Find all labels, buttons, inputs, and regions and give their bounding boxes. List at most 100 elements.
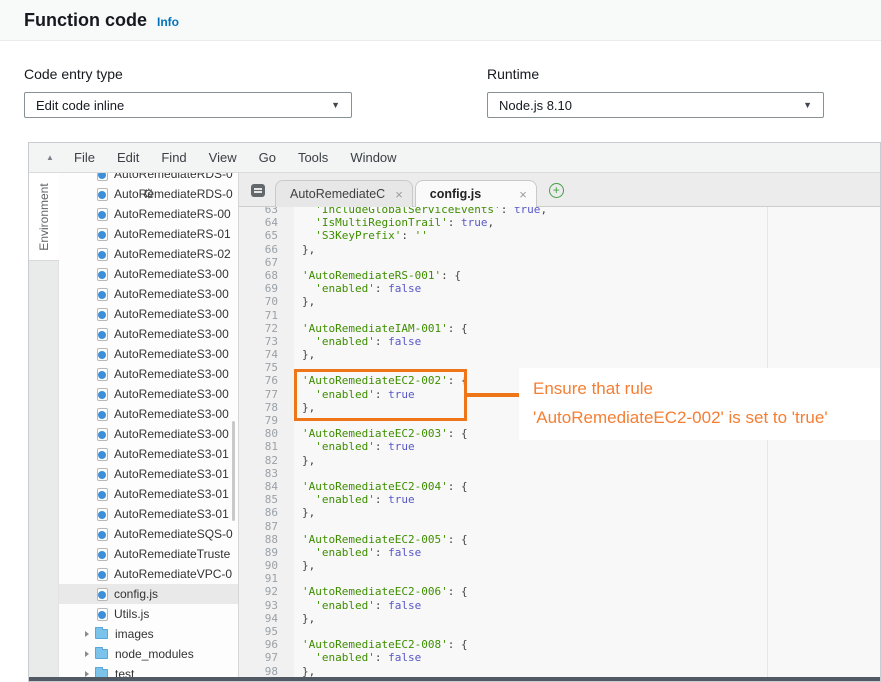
- status-bar-edge: [29, 677, 880, 681]
- tree-item-node_modules[interactable]: node_modules: [59, 644, 238, 664]
- menu-edit[interactable]: Edit: [106, 150, 150, 165]
- tab-AutoRemediateC[interactable]: AutoRemediateC×: [275, 180, 413, 207]
- expand-caret-icon[interactable]: [85, 651, 89, 657]
- code-line[interactable]: 85 'enabled': true: [239, 493, 880, 506]
- tree-item-AutoRemediateRS-01[interactable]: AutoRemediateRS-01: [59, 224, 238, 244]
- menu-go[interactable]: Go: [248, 150, 287, 165]
- code-line[interactable]: 64 'IsMultiRegionTrail': true,: [239, 216, 880, 229]
- menu-find[interactable]: Find: [150, 150, 197, 165]
- code-line[interactable]: 72'AutoRemediateIAM-001': {: [239, 322, 880, 335]
- code-line[interactable]: 83: [239, 467, 880, 480]
- line-number: 63: [239, 207, 294, 216]
- code-line[interactable]: 66},: [239, 243, 880, 256]
- code-line[interactable]: 67: [239, 256, 880, 269]
- menu-tools[interactable]: Tools: [287, 150, 339, 165]
- code-line[interactable]: 87: [239, 520, 880, 533]
- tree-item-AutoRemediateS3-00[interactable]: AutoRemediateS3-00: [59, 264, 238, 284]
- tree-item-AutoRemediateTruste[interactable]: AutoRemediateTruste: [59, 544, 238, 564]
- code-line[interactable]: 97 'enabled': false: [239, 651, 880, 664]
- code-line[interactable]: 95: [239, 625, 880, 638]
- code-line[interactable]: 98},: [239, 665, 880, 677]
- tree-item-AutoRemediateS3-00[interactable]: AutoRemediateS3-00: [59, 384, 238, 404]
- close-icon[interactable]: ×: [509, 187, 527, 202]
- tree-item-test[interactable]: test: [59, 664, 238, 677]
- tree-item-label: AutoRemediateVPC-0: [114, 567, 232, 581]
- tree-item-AutoRemediateRDS-0[interactable]: AutoRemediateRDS-0: [59, 173, 238, 184]
- environment-side-tab[interactable]: Environment: [29, 173, 59, 261]
- tree-item-AutoRemediateS3-01[interactable]: AutoRemediateS3-01: [59, 484, 238, 504]
- code-line[interactable]: 69 'enabled': false: [239, 282, 880, 295]
- line-number: 92: [239, 585, 294, 598]
- tree-item-AutoRemediateS3-00[interactable]: AutoRemediateS3-00: [59, 424, 238, 444]
- code-line[interactable]: 94},: [239, 612, 880, 625]
- new-tab-plus-icon[interactable]: +: [549, 183, 564, 198]
- tree-item-AutoRemediateS3-00[interactable]: AutoRemediateS3-00: [59, 344, 238, 364]
- tree-item-AutoRemediateRS-02[interactable]: AutoRemediateRS-02: [59, 244, 238, 264]
- code-text: 'enabled': true: [294, 440, 415, 453]
- code-line[interactable]: 63 'IncludeGlobalServiceEvents': true,: [239, 207, 880, 216]
- runtime-select[interactable]: Node.js 8.10 ▼: [487, 92, 824, 118]
- info-link[interactable]: Info: [157, 15, 179, 29]
- collapse-pane-icon[interactable]: ▲: [37, 153, 63, 162]
- tree-item-AutoRemediateS3-01[interactable]: AutoRemediateS3-01: [59, 504, 238, 524]
- code-line[interactable]: 74},: [239, 348, 880, 361]
- tree-item-AutoRemediateS3-01[interactable]: AutoRemediateS3-01: [59, 444, 238, 464]
- tree-item-AutoRemediateS3-00[interactable]: AutoRemediateS3-00: [59, 404, 238, 424]
- code-line[interactable]: 96'AutoRemediateEC2-008': {: [239, 638, 880, 651]
- tree-item-AutoRemediateS3-01[interactable]: AutoRemediateS3-01: [59, 464, 238, 484]
- code-text: 'AutoRemediateEC2-008': {: [294, 638, 468, 651]
- gear-cursor-icon: ⚙: [143, 186, 155, 202]
- code-line[interactable]: 90},: [239, 559, 880, 572]
- tree-item-label: AutoRemediateS3-01: [114, 447, 229, 461]
- tree-item-config.js[interactable]: config.js: [59, 584, 238, 604]
- code-line[interactable]: 65 'S3KeyPrefix': '': [239, 229, 880, 242]
- code-line[interactable]: 89 'enabled': false: [239, 546, 880, 559]
- tree-item-label: AutoRemediateS3-01: [114, 467, 229, 481]
- tree-item-AutoRemediateVPC-0[interactable]: AutoRemediateVPC-0: [59, 564, 238, 584]
- menu-window[interactable]: Window: [339, 150, 407, 165]
- expand-caret-icon[interactable]: [85, 631, 89, 637]
- code-editor-window: ▲ FileEditFindViewGoToolsWindow Environm…: [28, 142, 881, 682]
- tab-config.js[interactable]: config.js×: [415, 180, 537, 207]
- code-entry-type-select[interactable]: Edit code inline ▼: [24, 92, 352, 118]
- code-text: },: [294, 348, 315, 361]
- file-icon: [97, 248, 108, 261]
- line-number: 86: [239, 506, 294, 519]
- menu-bar-items: FileEditFindViewGoToolsWindow: [63, 150, 408, 165]
- tree-item-AutoRemediateS3-00[interactable]: AutoRemediateS3-00: [59, 304, 238, 324]
- code-line[interactable]: 84'AutoRemediateEC2-004': {: [239, 480, 880, 493]
- tree-item-AutoRemediateS3-00[interactable]: AutoRemediateS3-00: [59, 364, 238, 384]
- code-line[interactable]: 81 'enabled': true: [239, 440, 880, 453]
- code-line[interactable]: 82},: [239, 454, 880, 467]
- file-icon: [97, 408, 108, 421]
- code-line[interactable]: 91: [239, 572, 880, 585]
- highlight-box: [294, 369, 467, 421]
- code-line[interactable]: 88'AutoRemediateEC2-005': {: [239, 533, 880, 546]
- tab-list-icon[interactable]: [251, 184, 265, 197]
- close-icon[interactable]: ×: [385, 187, 403, 202]
- file-icon: [97, 448, 108, 461]
- tree-item-AutoRemediateS3-00[interactable]: AutoRemediateS3-00: [59, 324, 238, 344]
- tree-item-label: Utils.js: [114, 607, 149, 621]
- tree-item-AutoRemediateSQS-0[interactable]: AutoRemediateSQS-0: [59, 524, 238, 544]
- file-icon: [97, 228, 108, 241]
- menu-view[interactable]: View: [198, 150, 248, 165]
- code-line[interactable]: 68'AutoRemediateRS-001': {: [239, 269, 880, 282]
- tree-item-images[interactable]: images: [59, 624, 238, 644]
- code-text: 'enabled': false: [294, 282, 421, 295]
- code-line[interactable]: 93 'enabled': false: [239, 599, 880, 612]
- tree-item-AutoRemediateRDS-0[interactable]: AutoRemediateRDS-0⚙: [59, 184, 238, 204]
- code-line[interactable]: 92'AutoRemediateEC2-006': {: [239, 585, 880, 598]
- code-line[interactable]: 73 'enabled': false: [239, 335, 880, 348]
- code-line[interactable]: 86},: [239, 506, 880, 519]
- tree-item-AutoRemediateS3-00[interactable]: AutoRemediateS3-00: [59, 284, 238, 304]
- tree-item-AutoRemediateRS-00[interactable]: AutoRemediateRS-00: [59, 204, 238, 224]
- code-line[interactable]: 71: [239, 309, 880, 322]
- code-editor-area[interactable]: 63 'IncludeGlobalServiceEvents': true,64…: [239, 207, 880, 677]
- menu-file[interactable]: File: [63, 150, 106, 165]
- tree-item-Utils.js[interactable]: Utils.js: [59, 604, 238, 624]
- folder-icon: [95, 669, 108, 677]
- tree-scrollbar[interactable]: [232, 421, 235, 521]
- code-line[interactable]: 70},: [239, 295, 880, 308]
- line-number: 90: [239, 559, 294, 572]
